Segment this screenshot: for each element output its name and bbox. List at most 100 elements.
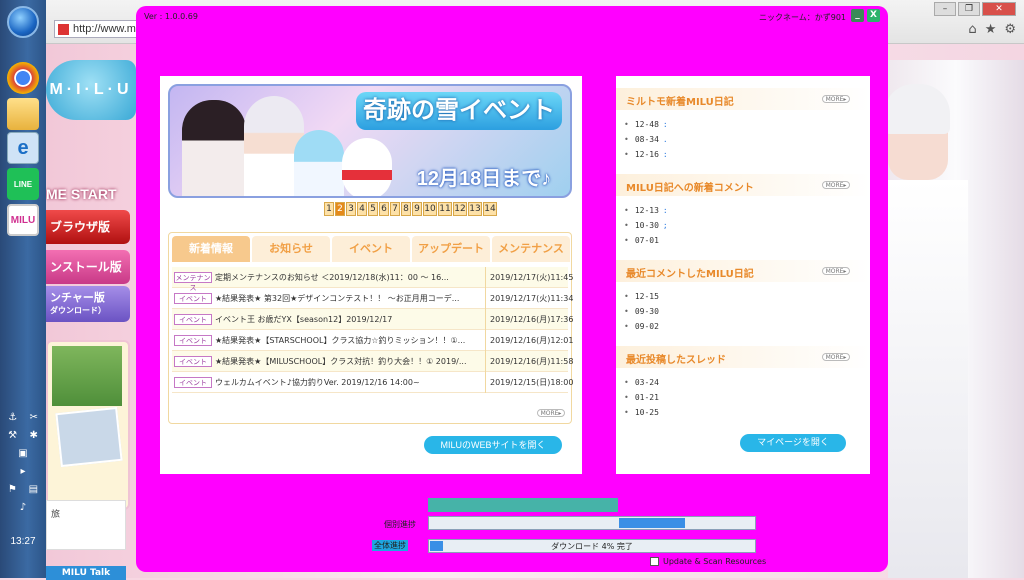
news-date: 2019/12/17(火)11:34: [485, 287, 573, 309]
diary-item[interactable]: 07-01: [624, 236, 870, 251]
diary-more-button[interactable]: MORE▸: [822, 95, 850, 103]
volume-icon[interactable]: ♪: [20, 502, 26, 513]
launcher-minimize-button[interactable]: _: [851, 9, 864, 22]
news-row[interactable]: イベント ウェルカムイベント♪協力釣りVer. 2019/12/16 14:00~…: [172, 371, 573, 393]
settings-icon[interactable]: ⚙: [1004, 22, 1016, 37]
milu-launcher-window: Ver : 1.0.0.69 ニックネーム：かず901 _ X 奇跡の雪イベント…: [136, 6, 888, 572]
diary-item[interactable]: 12-15: [624, 292, 870, 307]
folder-icon[interactable]: [7, 98, 39, 130]
milu-app-icon[interactable]: MILU: [7, 204, 39, 236]
news-title[interactable]: ウェルカムイベント♪協力釣りVer. 2019/12/16 14:00~: [215, 377, 485, 388]
launcher-version-button[interactable]: ンチャー版 ダウンロード）: [46, 286, 130, 322]
diary-more-button[interactable]: MORE▸: [822, 181, 850, 189]
tab-1[interactable]: お知らせ: [252, 236, 330, 262]
diary-item[interactable]: 12-48:: [624, 120, 870, 135]
tab-3[interactable]: アップデート: [412, 236, 490, 262]
internet-explorer-icon[interactable]: e: [7, 132, 39, 164]
diary-section-header: 最近コメントしたMILU日記 MORE▸: [616, 260, 870, 282]
news-row[interactable]: イベント ★結果発表★【MILUSCHOOL】クラス対抗！釣り大会！！① 2019…: [172, 350, 573, 372]
event-banner[interactable]: 奇跡の雪イベント 12月18日まで♪: [168, 84, 572, 198]
news-row[interactable]: イベント イベント王 お歳だYX【season12】2019/12/17 2019/…: [172, 308, 573, 330]
diary-item[interactable]: 12-13:: [624, 206, 870, 221]
start-button[interactable]: [7, 6, 39, 38]
install-version-button[interactable]: ンストール版: [46, 250, 130, 284]
pager-button-10[interactable]: 10: [423, 202, 437, 216]
news-title[interactable]: ★結果発表★ 第32回★デザインコンテスト！！ ～お正月用コーデ...: [215, 293, 485, 304]
news-more-button[interactable]: MORE▸: [537, 409, 565, 417]
diary-item[interactable]: 12-16:: [624, 150, 870, 165]
diary-item[interactable]: 09-30: [624, 307, 870, 322]
news-title[interactable]: ★結果発表★【STARSCHOOL】クラス協力☆釣りミッション！！①...: [215, 335, 485, 346]
news-title[interactable]: イベント王 お歳だYX【season12】2019/12/17: [215, 314, 485, 325]
flag-icon[interactable]: ⚑: [8, 484, 17, 495]
diary-section-title: MILU日記への新着コメント: [626, 183, 754, 194]
network-icon[interactable]: ⚓: [8, 412, 17, 423]
diary-more-button[interactable]: MORE▸: [822, 353, 850, 361]
news-row[interactable]: イベント ★結果発表★ 第32回★デザインコンテスト！！ ～お正月用コーデ... 2…: [172, 287, 573, 309]
diary-item[interactable]: 10-30;: [624, 221, 870, 236]
file-progress-bar: [428, 516, 756, 530]
open-mypage-button[interactable]: マイページを開く: [740, 434, 846, 452]
diary-more-button[interactable]: MORE▸: [822, 267, 850, 275]
diary-section-title: 最近コメントしたMILU日記: [626, 269, 754, 280]
milu-logo[interactable]: M·I·L·U: [46, 60, 136, 120]
checkbox-label: Update & Scan Resources: [663, 557, 767, 566]
close-button[interactable]: ✕: [982, 2, 1016, 16]
diary-section: ミルトモ新着MILU日記 MORE▸ 12-48:08-34.12-16:: [616, 88, 870, 165]
banner-character-3: [294, 130, 344, 196]
browser-window-buttons: – ❐ ✕: [934, 2, 1016, 16]
pager-button-13[interactable]: 13: [468, 202, 482, 216]
pager-button-9[interactable]: 9: [412, 202, 422, 216]
favicon-icon: [58, 24, 69, 35]
app-tray-icon[interactable]: ▣: [18, 448, 27, 459]
browser-version-button[interactable]: ブラウザ版: [46, 210, 130, 244]
address-bar[interactable]: http://www.m: [54, 20, 144, 38]
pager-button-6[interactable]: 6: [379, 202, 389, 216]
pager-button-8[interactable]: 8: [401, 202, 411, 216]
checkbox-box[interactable]: [650, 557, 659, 566]
pager-button-3[interactable]: 3: [346, 202, 356, 216]
news-row[interactable]: イベント ★結果発表★【STARSCHOOL】クラス協力☆釣りミッション！！①..…: [172, 329, 573, 351]
diary-item[interactable]: 10-25: [624, 408, 870, 423]
pager-button-7[interactable]: 7: [390, 202, 400, 216]
diary-item[interactable]: 03-24: [624, 378, 870, 393]
nickname-label: ニックネーム：かず901: [758, 13, 846, 22]
pager-button-5[interactable]: 5: [368, 202, 378, 216]
news-date: 2019/12/17(火)11:45: [485, 266, 573, 288]
tab-4[interactable]: メンテナンス: [492, 236, 570, 262]
tool-icon[interactable]: ⚒: [8, 430, 17, 441]
restore-button[interactable]: ❐: [958, 2, 980, 16]
diary-item[interactable]: 08-34.: [624, 135, 870, 150]
open-website-button[interactable]: MILUのWEBサイトを開く: [424, 436, 562, 454]
pager-button-1[interactable]: 1: [324, 202, 334, 216]
news-title[interactable]: ★結果発表★【MILUSCHOOL】クラス対抗！釣り大会！！① 2019/...: [215, 356, 485, 367]
tab-0[interactable]: 新着情報: [172, 236, 250, 262]
taskbar-clock[interactable]: 13:27: [0, 536, 46, 547]
line-app-icon[interactable]: LINE: [7, 168, 39, 200]
display-icon[interactable]: ▤: [29, 484, 38, 495]
chrome-icon[interactable]: [7, 62, 39, 94]
diary-item[interactable]: 01-21: [624, 393, 870, 408]
site-text-box: 旅: [46, 500, 126, 550]
pager-button-14[interactable]: 14: [483, 202, 497, 216]
diary-item[interactable]: 09-02: [624, 322, 870, 337]
launcher-close-button[interactable]: X: [867, 9, 880, 22]
news-title[interactable]: 定期メンテナンスのお知らせ ＜2019/12/18(水)11：00 ～ 16..…: [215, 272, 485, 283]
diary-section-header: 最近投稿したスレッド MORE▸: [616, 346, 870, 368]
pager-button-4[interactable]: 4: [357, 202, 367, 216]
pager-button-2[interactable]: 2: [335, 202, 345, 216]
pager-button-12[interactable]: 12: [453, 202, 467, 216]
tab-2[interactable]: イベント: [332, 236, 410, 262]
minimize-button[interactable]: –: [934, 2, 956, 16]
pager-button-11[interactable]: 11: [438, 202, 452, 216]
home-icon[interactable]: ⌂: [968, 22, 976, 37]
arrow-icon[interactable]: ▸: [20, 466, 25, 477]
favorites-icon[interactable]: ★: [985, 22, 997, 37]
update-scan-checkbox[interactable]: Update & Scan Resources: [650, 557, 766, 566]
news-category-badge: イベント: [174, 313, 212, 325]
news-panel: 奇跡の雪イベント 12月18日まで♪ 1 2 3 4 5 6 7 8 9 10 11 12 13 14 新…: [160, 76, 582, 474]
news-row[interactable]: メンテナンス 定期メンテナンスのお知らせ ＜2019/12/18(水)11：00 …: [172, 266, 573, 292]
gear-icon[interactable]: ✱: [29, 430, 37, 441]
scissors-icon[interactable]: ✂: [29, 412, 37, 423]
website-left-column: M·I·L·U ME START ブラウザ版 ンストール版 ンチャー版 ダウンロ…: [46, 60, 136, 580]
